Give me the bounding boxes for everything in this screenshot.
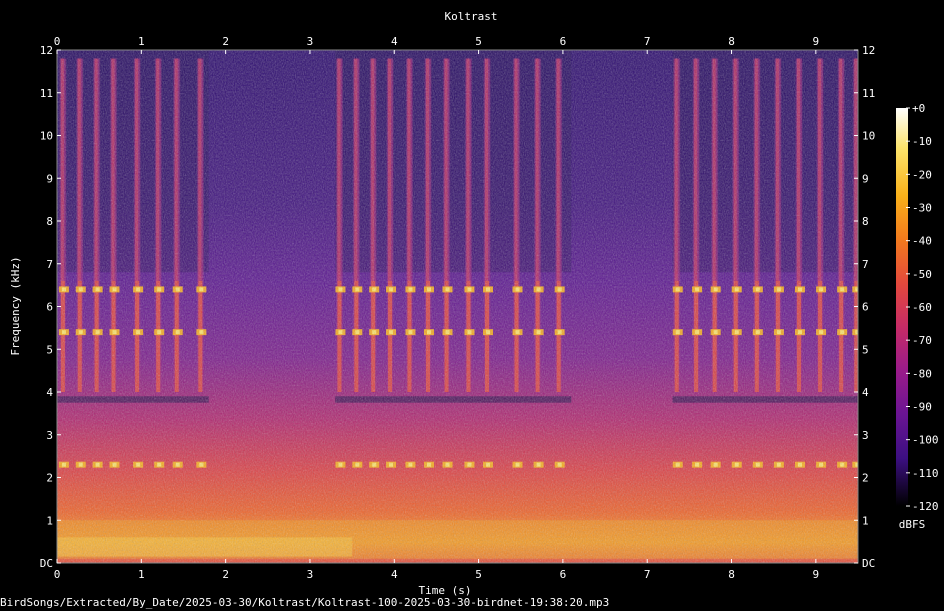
plot-area xyxy=(57,50,858,563)
y-tick-label-right: 3 xyxy=(862,429,869,442)
colorbar-tick-label: -40 xyxy=(912,235,932,248)
y-tick-label-left: 6 xyxy=(46,301,53,314)
colorbar-ticks: +0 -10 -20 -30 -40 -50 -60 -70 -80 -90 -100 -110 -12… xyxy=(906,102,939,513)
y-tick-label-left: 11 xyxy=(40,87,53,100)
y-tick-label-right: 5 xyxy=(862,343,869,356)
x-tick-label-top: 5 xyxy=(475,35,482,48)
x-tick-label-bottom: 5 xyxy=(475,568,482,581)
y-tick-label-left: 7 xyxy=(46,258,53,271)
x-tick-label-bottom: 2 xyxy=(222,568,229,581)
y-tick-label-right: 6 xyxy=(862,301,869,314)
y-tick-label-right: DC xyxy=(862,557,875,570)
x-tick-label-top: 6 xyxy=(560,35,567,48)
x-tick-label-bottom: 7 xyxy=(644,568,651,581)
y-tick-label-right: 7 xyxy=(862,258,869,271)
y-tick-label-left: 8 xyxy=(46,215,53,228)
x-tick-label-bottom: 4 xyxy=(391,568,398,581)
y-tick-label-left: 1 xyxy=(46,514,53,527)
colorbar-tick-label: -80 xyxy=(912,367,932,380)
x-tick-label-top: 2 xyxy=(222,35,229,48)
y-tick-label-right: 8 xyxy=(862,215,869,228)
noise-texture xyxy=(57,50,858,563)
y-tick-label-left: DC xyxy=(40,557,53,570)
x-tick-label-top: 0 xyxy=(54,35,61,48)
y-tick-label-right: 9 xyxy=(862,172,869,185)
x-tick-label-top: 7 xyxy=(644,35,651,48)
colorbar-label: dBFS xyxy=(899,518,926,531)
x-tick-label-bottom: 1 xyxy=(138,568,145,581)
file-path-footer: BirdSongs/Extracted/By_Date/2025-03-30/K… xyxy=(0,596,610,609)
x-tick-label-top: 3 xyxy=(307,35,314,48)
y-tick-label-left: 2 xyxy=(46,472,53,485)
x-tick-label-top: 1 xyxy=(138,35,145,48)
x-axis-label: Time (s) xyxy=(419,584,472,596)
y-tick-label-right: 12 xyxy=(862,44,875,57)
colorbar-tick-label: +0 xyxy=(912,102,925,115)
x-tick-label-bottom: 9 xyxy=(813,568,820,581)
x-tick-label-bottom: 8 xyxy=(728,568,735,581)
y-tick-label-left: 12 xyxy=(40,44,53,57)
y-tick-label-right: 10 xyxy=(862,130,875,143)
x-tick-label-top: 9 xyxy=(813,35,820,48)
y-tick-label-left: 3 xyxy=(46,429,53,442)
x-tick-label-bottom: 6 xyxy=(560,568,567,581)
y-tick-label-left: 10 xyxy=(40,130,53,143)
spectrogram-figure: Koltrast 00112233445566778899DC DC1 12 23 34… xyxy=(9,10,939,596)
colorbar-tick-label: -20 xyxy=(912,168,932,181)
colorbar-tick-label: -10 xyxy=(912,135,932,148)
y-tick-label-left: 9 xyxy=(46,172,53,185)
colorbar-tick-label: -50 xyxy=(912,268,932,281)
x-tick-label-top: 8 xyxy=(728,35,735,48)
colorbar-tick-label: -70 xyxy=(912,334,932,347)
y-tick-label-left: 4 xyxy=(46,386,53,399)
chart-title: Koltrast xyxy=(445,10,498,23)
colorbar-tick-label: -120 xyxy=(912,500,939,513)
y-tick-label-right: 1 xyxy=(862,514,869,527)
y-axis-label: Frequency (kHz) xyxy=(9,256,22,355)
y-tick-label-right: 4 xyxy=(862,386,869,399)
colorbar-tick-label: -30 xyxy=(912,202,932,215)
y-tick-label-left: 5 xyxy=(46,343,53,356)
y-tick-label-right: 2 xyxy=(862,472,869,485)
x-tick-label-top: 4 xyxy=(391,35,398,48)
colorbar-tick-label: -110 xyxy=(912,467,939,480)
colorbar-tick-label: -90 xyxy=(912,401,932,414)
colorbar-tick-label: -100 xyxy=(912,434,939,447)
x-tick-label-bottom: 3 xyxy=(307,568,314,581)
x-tick-label-bottom: 0 xyxy=(54,568,61,581)
y-tick-label-right: 11 xyxy=(862,87,875,100)
colorbar-tick-label: -60 xyxy=(912,301,932,314)
